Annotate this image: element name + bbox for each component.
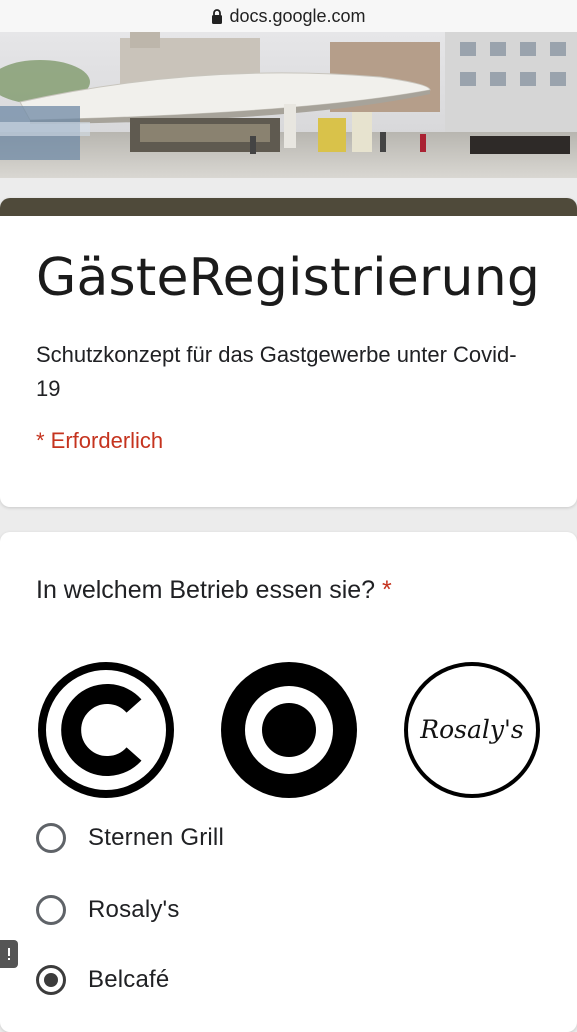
rosalys-logo-text: Rosaly's — [419, 715, 523, 744]
form-header-card: GästeRegistrierung Schutzkonzept für das… — [0, 198, 577, 507]
header-color-bar — [0, 198, 577, 216]
option-sternen-grill[interactable]: Sternen Grill — [36, 820, 224, 856]
target-logo-icon — [221, 662, 357, 798]
lock-icon — [212, 8, 223, 24]
form-title: GästeRegistrierung — [36, 248, 541, 308]
feedback-tab[interactable] — [0, 940, 18, 968]
option-belcafe[interactable]: Belcafé — [36, 962, 169, 998]
question-card: In welchem Betrieb essen sie? * Rosaly's… — [0, 532, 577, 1032]
required-star: * — [382, 576, 392, 604]
form-description: Schutzkonzept für das Gastgewerbe unter … — [36, 342, 517, 401]
option-label: Sternen Grill — [88, 824, 224, 851]
url-text: docs.google.com — [229, 5, 366, 26]
rosalys-logo-icon: Rosaly's — [404, 662, 540, 798]
question-title: In welchem Betrieb essen sie? * — [36, 576, 392, 605]
option-rosalys[interactable]: Rosaly's — [36, 892, 180, 928]
radio-button[interactable] — [36, 895, 66, 925]
radio-button-selected[interactable] — [36, 965, 66, 995]
question-text: In welchem Betrieb essen sie? — [36, 576, 376, 604]
radio-selected-dot — [44, 973, 58, 987]
required-note: * Erforderlich — [36, 428, 164, 453]
option-label: Belcafé — [88, 966, 170, 993]
browser-url-bar[interactable]: docs.google.com — [0, 0, 577, 32]
option-label: Rosaly's — [88, 896, 180, 923]
c-logo-icon — [38, 662, 174, 798]
exclamation-icon — [8, 948, 10, 960]
header-banner-image — [0, 32, 577, 178]
radio-button[interactable] — [36, 823, 66, 853]
